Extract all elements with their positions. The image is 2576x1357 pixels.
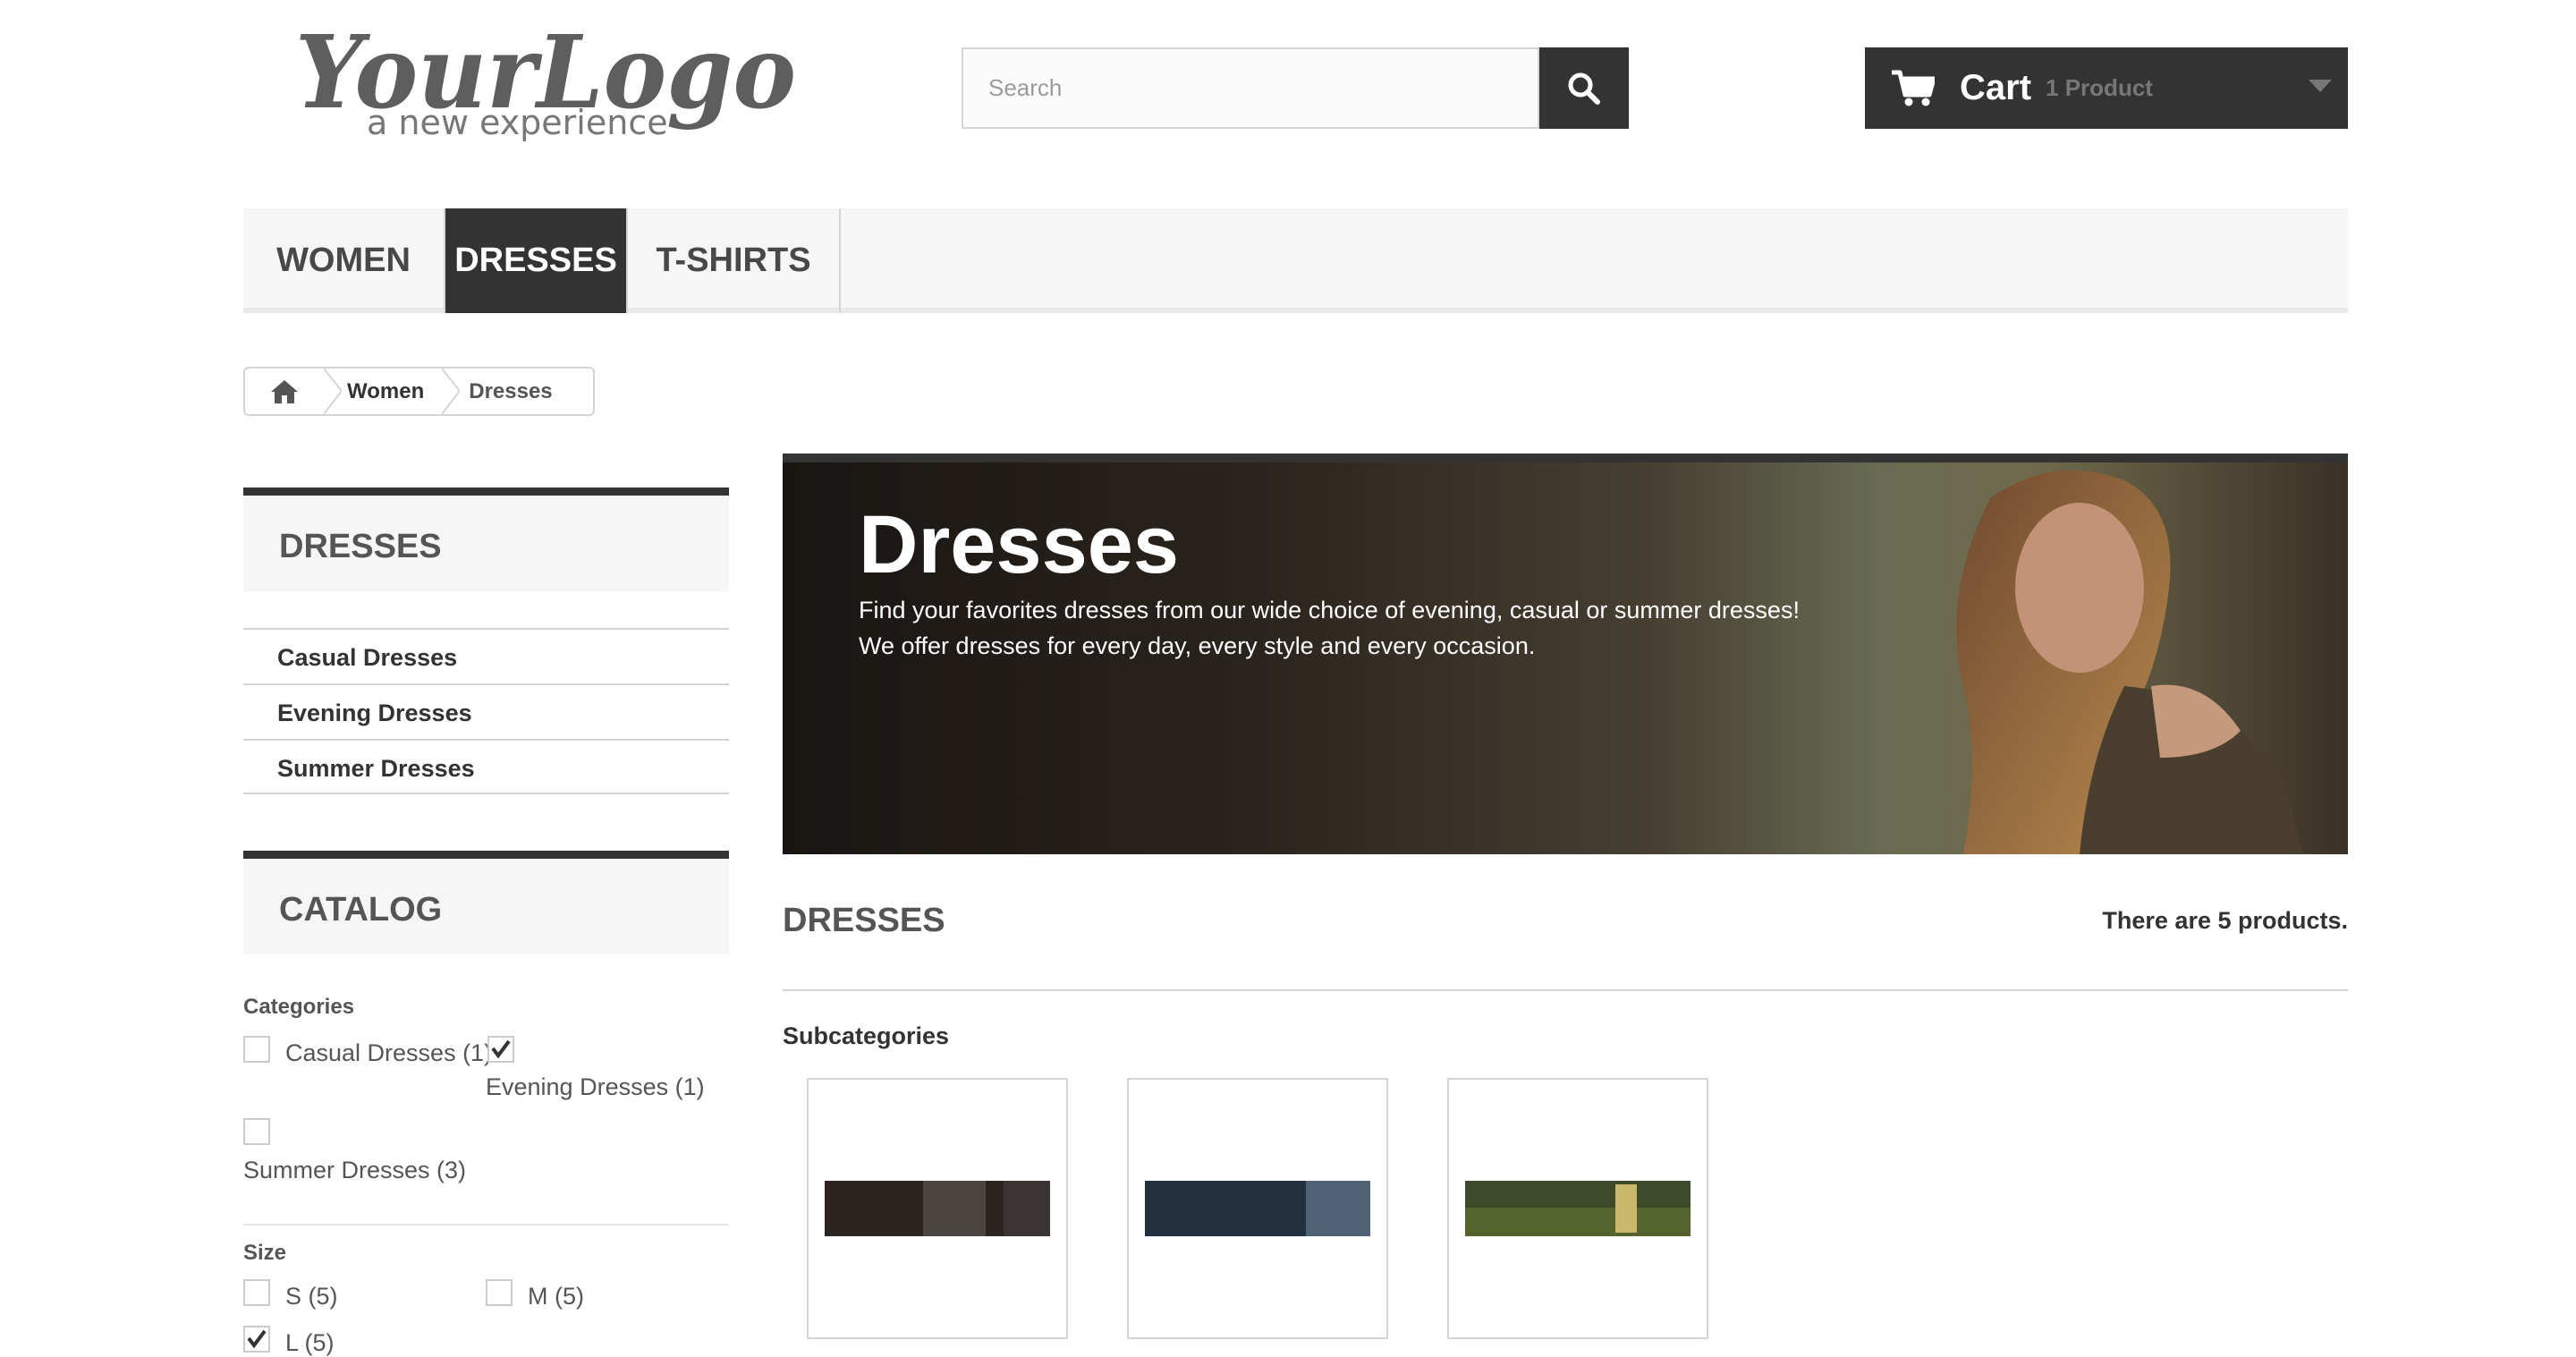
cart-button[interactable]: Cart 1 Product [1865, 47, 2348, 129]
main-menu: WOMEN DRESSES T-SHIRTS [243, 208, 2348, 313]
breadcrumb-separator [442, 369, 461, 414]
subcategory-link-evening-dresses[interactable]: Evening Dresses [243, 683, 729, 739]
breadcrumb: Women Dresses [243, 367, 595, 416]
search-button[interactable] [1539, 47, 1629, 129]
filter-categories-heading: Categories [243, 995, 355, 1019]
logo-graphic: YourLogo a new experience [295, 14, 796, 142]
cart-label: Cart [1960, 68, 2032, 107]
subcategory-link-summer-dresses[interactable]: Summer Dresses [243, 739, 729, 794]
filter-label-casual-dresses: Casual Dresses (1) [285, 1039, 493, 1066]
filter-label-size-m: M (5) [528, 1283, 584, 1310]
checkbox-casual-dresses[interactable] [243, 1036, 270, 1063]
banner-title: Dresses [859, 499, 1180, 590]
breadcrumb-item-women[interactable]: Women [342, 379, 442, 404]
logo-tagline: a new experience [367, 103, 668, 142]
category-banner: Dresses Find your favorites dresses from… [783, 454, 2348, 854]
banner-model-image [1956, 470, 2303, 854]
menu-item-women[interactable]: WOMEN [243, 208, 445, 313]
checkmark-icon [247, 1329, 267, 1349]
filter-label-evening-dresses: Evening Dresses (1) [486, 1073, 705, 1100]
breadcrumb-home[interactable] [245, 369, 324, 414]
banner-description-line-1: Find your favorites dresses from our wid… [859, 597, 1800, 623]
filter-label-size-l: L (5) [285, 1329, 335, 1356]
checkbox-summer-dresses[interactable] [243, 1118, 270, 1145]
listing-title: DRESSES [783, 902, 945, 939]
chevron-down-icon [2309, 80, 2332, 92]
checkbox-evening-dresses[interactable] [487, 1036, 514, 1063]
search-icon [1568, 72, 1600, 105]
subcategory-thumbnail-summer-dresses[interactable] [1447, 1078, 1708, 1339]
search-bar [962, 47, 1629, 129]
search-input[interactable] [962, 47, 1539, 129]
subcategory-thumbnail-evening-dresses[interactable] [1127, 1078, 1388, 1339]
cart-quantity: 1 Product [2046, 74, 2153, 101]
checkbox-size-m[interactable] [486, 1279, 513, 1306]
subcategory-image [825, 1181, 1050, 1236]
filter-divider [243, 1224, 729, 1226]
subcategory-image [1465, 1181, 1690, 1236]
subcategory-list: Casual Dresses Evening Dresses Summer Dr… [243, 628, 729, 794]
breadcrumb-separator [324, 369, 342, 414]
breadcrumb-item-dresses: Dresses [469, 378, 553, 403]
checkmark-icon [491, 1039, 511, 1059]
checkbox-size-s[interactable] [243, 1279, 270, 1306]
banner-description-line-2: We offer dresses for every day, every st… [859, 632, 1536, 659]
filter-label-size-s: S (5) [285, 1283, 338, 1310]
listing-divider [783, 989, 2348, 991]
subcategory-image [1145, 1181, 1370, 1236]
checkbox-size-l[interactable] [243, 1326, 270, 1353]
category-block-title: DRESSES [243, 488, 729, 591]
subcategories-heading: Subcategories [783, 1022, 950, 1049]
filter-label-summer-dresses: Summer Dresses (3) [243, 1157, 467, 1183]
filter-size-heading: Size [243, 1241, 287, 1265]
site-logo[interactable]: YourLogo a new experience [286, 0, 805, 161]
menu-item-t-shirts[interactable]: T-SHIRTS [628, 208, 841, 313]
product-count: There are 5 products. [2102, 907, 2348, 934]
catalog-block-title: CATALOG [243, 851, 729, 954]
menu-item-dresses[interactable]: DRESSES [445, 208, 628, 313]
shopping-cart-icon [1892, 70, 1935, 106]
home-icon [271, 379, 298, 403]
subcategory-thumbnail-casual-dresses[interactable] [807, 1078, 1068, 1339]
subcategory-link-casual-dresses[interactable]: Casual Dresses [243, 628, 729, 683]
